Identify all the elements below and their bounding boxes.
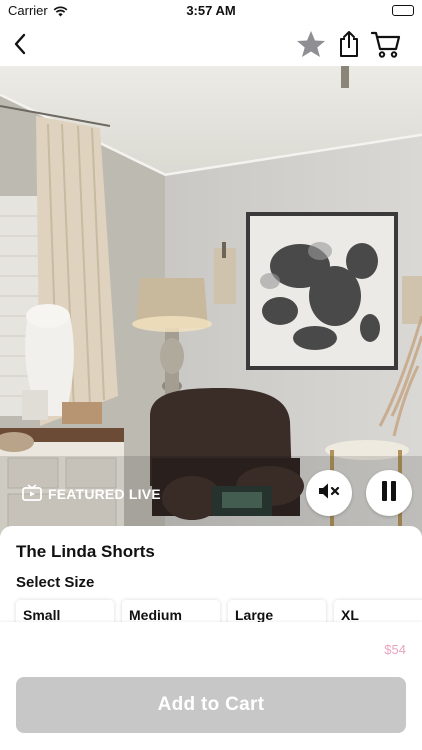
video-frame xyxy=(0,66,422,536)
battery-icon xyxy=(392,5,414,16)
clock: 3:57 AM xyxy=(186,3,236,18)
tv-icon xyxy=(22,484,42,504)
select-size-label: Select Size xyxy=(16,574,95,591)
price-label: $54 xyxy=(384,642,406,657)
add-to-cart-button[interactable]: Add to Cart xyxy=(16,677,406,733)
mute-button[interactable] xyxy=(306,470,352,516)
featured-live-label: FEATURED LIVE xyxy=(48,486,161,502)
back-chevron-icon[interactable] xyxy=(4,28,36,60)
cart-icon[interactable] xyxy=(370,28,402,60)
pause-button[interactable] xyxy=(366,470,412,516)
featured-live-badge: FEATURED LIVE xyxy=(22,484,161,504)
star-icon[interactable] xyxy=(295,28,327,60)
share-icon[interactable] xyxy=(333,28,365,60)
mute-icon xyxy=(318,482,340,505)
purchase-footer: $54 Add to Cart xyxy=(0,622,422,750)
pause-icon xyxy=(380,480,398,507)
live-video[interactable] xyxy=(0,66,422,536)
product-title: The Linda Shorts xyxy=(16,542,155,561)
status-bar: Carrier 3:57 AM xyxy=(0,0,422,22)
nav-bar xyxy=(0,22,422,66)
